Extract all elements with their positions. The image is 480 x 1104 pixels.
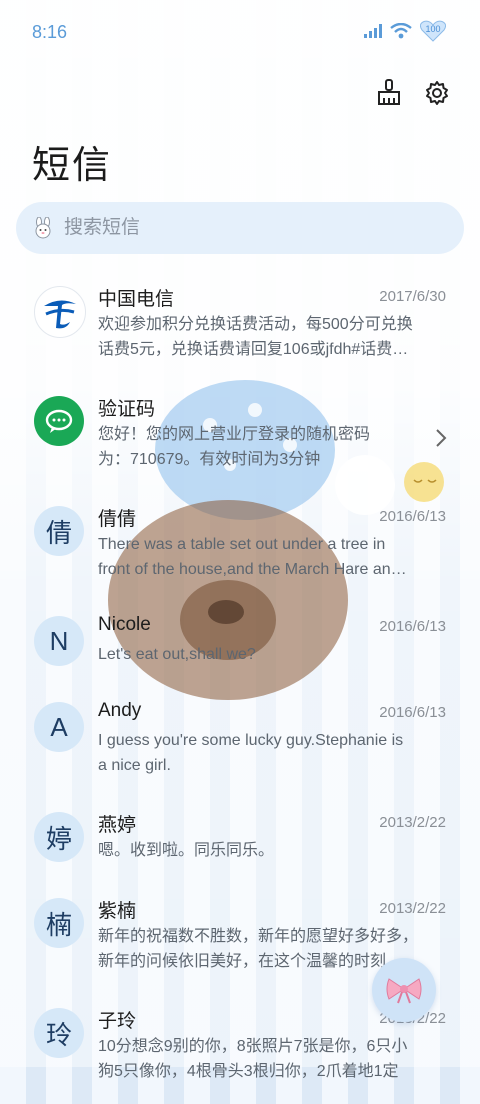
message-date: 2013/2/22 <box>379 814 446 831</box>
message-preview: 您好！您的网上营业厅登录的随机密码 为：710679。有效时间为3分钟 <box>98 422 446 472</box>
contact-name: 中国电信 <box>98 289 175 310</box>
contact-name: 倩倩 <box>98 509 137 530</box>
preview-line: I guess you're some lucky guy.Stephanie … <box>98 732 404 749</box>
preview-line: There was a table set out under a tree i… <box>98 536 386 553</box>
preview-line: 话费5元，兑换话费请回复106或jfdh#话费… <box>98 341 409 358</box>
signal-icon <box>364 24 382 38</box>
avatar: 楠 <box>34 898 84 948</box>
message-date: 2016/6/13 <box>379 508 446 525</box>
message-date: 2017/6/30 <box>379 288 446 305</box>
bow-compose-icon <box>386 978 422 1004</box>
avatar: 婷 <box>34 812 84 862</box>
preview-line: front of the house,and the March Hare an… <box>98 561 407 578</box>
message-date: 2016/6/13 <box>379 618 446 635</box>
status-icons: 100 <box>364 20 447 42</box>
preview-line: 10分想念9别的你，8张照片7张是你，6只小 <box>98 1038 408 1055</box>
contact-name: Nicole <box>98 614 151 635</box>
conversation-row[interactable]: 验证码 您好！您的网上营业厅登录的随机密码 为：710679。有效时间为3分钟 <box>0 382 480 492</box>
preview-line: 狗5只像你，4根骨头3根归你，2爪着地1定 <box>98 1063 399 1080</box>
preview-line: 为：710679。有效时间为3分钟 <box>98 451 321 468</box>
message-date: 2016/6/13 <box>379 704 446 721</box>
gear-icon <box>426 81 448 105</box>
search-input[interactable] <box>62 216 426 240</box>
wifi-icon <box>390 23 412 39</box>
avatar: N <box>34 616 84 666</box>
contact-name: Andy <box>98 700 142 721</box>
contact-name: 验证码 <box>98 399 156 420</box>
settings-button[interactable] <box>422 78 452 108</box>
contact-name: 紫楠 <box>98 901 137 922</box>
conversation-row[interactable]: 倩 倩倩 2016/6/13 There was a table set out… <box>0 492 480 602</box>
avatar <box>34 286 86 338</box>
message-bubble-icon <box>45 409 73 433</box>
compose-button[interactable] <box>372 958 436 1022</box>
clean-button[interactable] <box>374 78 404 108</box>
china-telecom-logo-icon <box>44 300 76 329</box>
message-preview: Let's eat out,shall we? <box>98 642 446 667</box>
conversation-row[interactable]: 中国电信 2017/6/30 欢迎参加积分兑换话费活动，每500分可兑换 话费5… <box>0 272 480 382</box>
message-preview: 10分想念9别的你，8张照片7张是你，6只小 狗5只像你，4根骨头3根归你，2爪… <box>98 1034 446 1084</box>
preview-line: 新年的祝福数不胜数，新年的愿望好多好多， <box>98 928 419 945</box>
battery-level: 100 <box>425 24 441 34</box>
message-preview: 嗯。收到啦。同乐同乐。 <box>98 838 446 863</box>
avatar: A <box>34 702 84 752</box>
chevron-right-icon[interactable] <box>434 428 448 448</box>
brush-clean-icon <box>378 79 400 105</box>
conversation-row[interactable]: A Andy 2016/6/13 I guess you're some luc… <box>0 688 480 798</box>
avatar: 玲 <box>34 1008 84 1058</box>
avatar: 倩 <box>34 506 84 556</box>
message-preview: 欢迎参加积分兑换话费活动，每500分可兑换 话费5元，兑换话费请回复106或jf… <box>98 312 446 362</box>
message-date: 2013/2/22 <box>379 900 446 917</box>
search-bar[interactable] <box>16 202 464 254</box>
status-bar: 8:16 100 <box>0 0 480 66</box>
preview-line: 嗯。收到啦。同乐同乐。 <box>98 842 275 859</box>
message-preview: There was a table set out under a tree i… <box>98 532 446 582</box>
bunny-search-icon <box>35 217 51 239</box>
preview-line: Let's eat out,shall we? <box>98 646 256 663</box>
contact-name: 燕婷 <box>98 815 137 836</box>
conversation-row[interactable]: N Nicole 2016/6/13 Let's eat out,shall w… <box>0 602 480 688</box>
preview-line: a nice girl. <box>98 757 171 774</box>
status-time: 8:16 <box>32 22 68 42</box>
battery-icon: 100 <box>419 20 447 42</box>
preview-line: 欢迎参加积分兑换话费活动，每500分可兑换 <box>98 316 413 333</box>
conversation-row[interactable]: 婷 燕婷 2013/2/22 嗯。收到啦。同乐同乐。 <box>0 798 480 884</box>
avatar <box>34 396 84 446</box>
contact-name: 子玲 <box>98 1011 137 1032</box>
page-title: 短信 <box>32 145 113 187</box>
message-preview: I guess you're some lucky guy.Stephanie … <box>98 728 446 778</box>
top-toolbar <box>374 78 452 108</box>
preview-line: 您好！您的网上营业厅登录的随机密码 <box>98 426 371 443</box>
